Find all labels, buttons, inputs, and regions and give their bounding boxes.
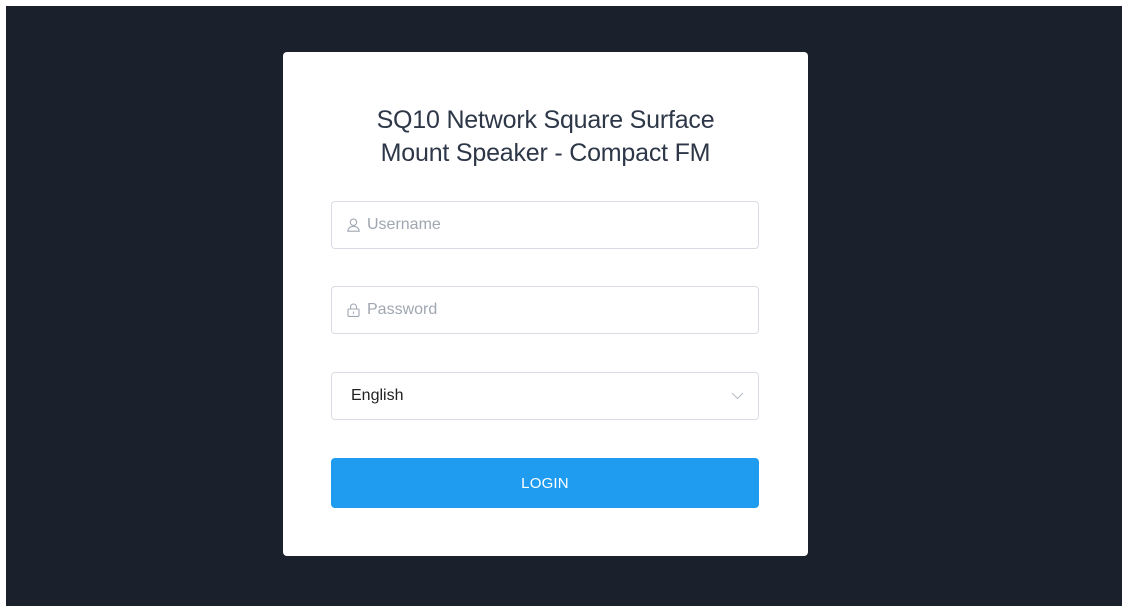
user-icon — [346, 218, 360, 232]
username-input[interactable] — [367, 202, 758, 248]
title-line-1: SQ10 Network Square Surface — [376, 106, 715, 134]
language-selected-value: English — [351, 387, 404, 404]
password-field[interactable] — [331, 286, 759, 334]
password-input[interactable] — [367, 287, 758, 333]
chevron-down-icon — [730, 389, 744, 403]
login-card: SQ10 Network Square Surface Mount Speake… — [283, 52, 808, 556]
username-field[interactable] — [331, 201, 759, 249]
page-title: SQ10 Network Square Surface Mount Speake… — [283, 104, 808, 170]
language-select[interactable]: English — [331, 372, 759, 420]
login-button[interactable]: LOGIN — [331, 458, 759, 508]
page-background: SQ10 Network Square Surface Mount Speake… — [6, 6, 1122, 606]
lock-icon — [346, 303, 360, 317]
title-line-2: Mount Speaker - Compact FM — [380, 139, 711, 167]
